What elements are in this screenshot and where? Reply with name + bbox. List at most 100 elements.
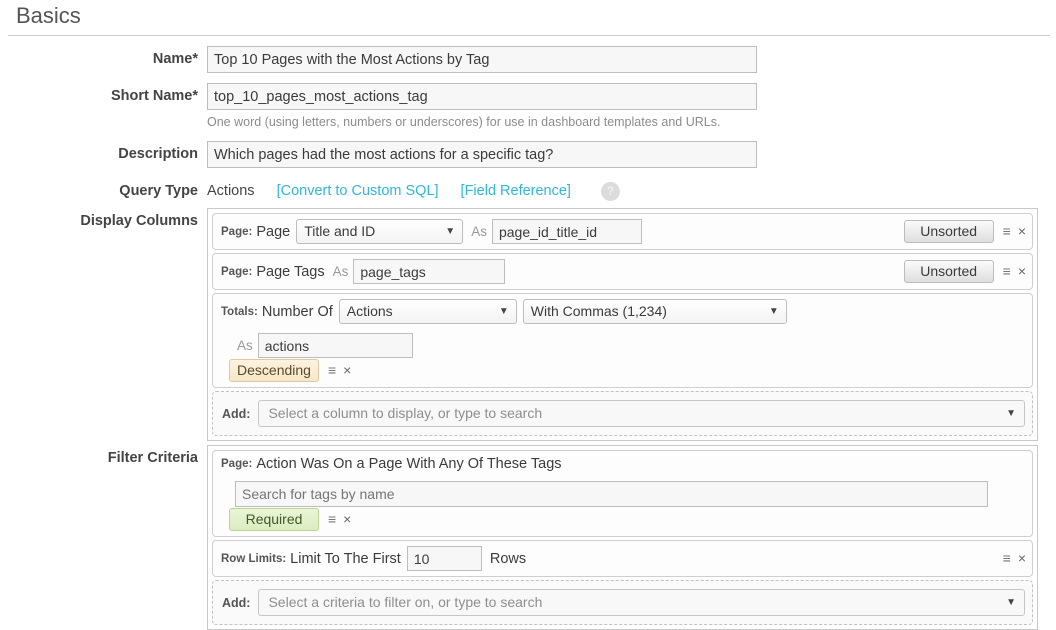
add-filter-criteria-row: Add: Select a criteria to filter on, or … bbox=[212, 580, 1033, 625]
query-type-field-wrap: Actions [Convert to Custom SQL] [Field R… bbox=[207, 178, 1056, 204]
name-input[interactable] bbox=[207, 46, 757, 73]
as-label: As bbox=[471, 224, 487, 239]
tag-search-input[interactable] bbox=[235, 481, 988, 507]
tag-search-line bbox=[221, 481, 1026, 507]
clause-category: Totals: bbox=[221, 305, 258, 318]
display-column-item: Page: Page Title and ID ▼ As Unsorted ≡ … bbox=[212, 213, 1033, 250]
display-column-body: Page: Page Title and ID ▼ As bbox=[221, 219, 896, 244]
name-field-wrap bbox=[207, 46, 1056, 73]
totals-alias-line: As bbox=[221, 333, 1026, 358]
short-name-help-text: One word (using letters, numbers or unde… bbox=[207, 115, 721, 129]
chevron-down-icon: ▼ bbox=[1006, 597, 1016, 608]
totals-metric-select-value: Actions bbox=[346, 303, 393, 319]
query-type-line: Actions [Convert to Custom SQL] [Field R… bbox=[207, 178, 1056, 204]
as-label: As bbox=[332, 264, 349, 279]
chevron-down-icon: ▼ bbox=[498, 306, 509, 317]
query-type-value: Actions bbox=[207, 183, 255, 199]
sort-toggle-button[interactable]: Unsorted bbox=[903, 220, 994, 243]
display-column-item: Page: Page Tags As Unsorted ≡ × bbox=[212, 253, 1033, 290]
remove-icon[interactable]: × bbox=[1018, 220, 1026, 243]
add-column-placeholder: Select a column to display, or type to s… bbox=[268, 405, 543, 421]
totals-metric-select[interactable]: Actions ▼ bbox=[338, 299, 517, 324]
clause-category: Row Limits: bbox=[221, 552, 287, 565]
clause-category: Page: bbox=[221, 265, 253, 278]
clause-text: Number Of bbox=[261, 303, 333, 320]
short-name-field-wrap: One word (using letters, numbers or unde… bbox=[207, 83, 1056, 131]
filter-criteria-body: Row Limits: Limit To The First Rows bbox=[221, 546, 986, 571]
chevron-down-icon: ▼ bbox=[1006, 408, 1016, 419]
sort-toggle-button[interactable]: Descending bbox=[229, 359, 319, 382]
filter-criteria-panel: Page: Action Was On a Page With Any Of T… bbox=[207, 445, 1038, 630]
description-row: Description bbox=[0, 141, 1056, 168]
page-alias-input[interactable] bbox=[491, 219, 642, 244]
display-column-body: Totals: Number Of Actions ▼ With Commas … bbox=[221, 299, 1026, 358]
drag-handle-icon[interactable]: ≡ bbox=[1003, 220, 1011, 243]
query-type-label: Query Type bbox=[119, 183, 198, 199]
add-column-select[interactable]: Select a column to display, or type to s… bbox=[258, 400, 1025, 427]
required-toggle-button[interactable]: Required bbox=[229, 508, 319, 531]
number-format-select-value: With Commas (1,234) bbox=[530, 303, 667, 319]
totals-alias-input[interactable] bbox=[257, 333, 413, 358]
chevron-down-icon: ▼ bbox=[445, 226, 456, 237]
number-format-select[interactable]: With Commas (1,234) ▼ bbox=[522, 299, 787, 324]
filter-criteria-body: Page: Action Was On a Page With Any Of T… bbox=[221, 456, 1026, 507]
display-column-controls: Unsorted ≡ × bbox=[903, 219, 1026, 243]
display-column-item: Totals: Number Of Actions ▼ With Commas … bbox=[212, 293, 1033, 388]
field-reference-link[interactable]: [Field Reference] bbox=[461, 178, 571, 204]
add-criteria-select[interactable]: Select a criteria to filter on, or type … bbox=[258, 589, 1025, 616]
clause-text: Page bbox=[256, 223, 291, 240]
display-columns-label: Display Columns bbox=[80, 213, 198, 229]
drag-handle-icon[interactable]: ≡ bbox=[1003, 547, 1011, 570]
short-name-row: Short Name* One word (using letters, num… bbox=[0, 83, 1056, 131]
chevron-down-icon: ▼ bbox=[768, 306, 779, 317]
description-field-wrap bbox=[207, 141, 1056, 168]
drag-handle-icon[interactable]: ≡ bbox=[328, 508, 336, 531]
description-input[interactable] bbox=[207, 141, 757, 168]
page-tags-alias-input[interactable] bbox=[353, 259, 506, 284]
drag-handle-icon[interactable]: ≡ bbox=[1003, 260, 1011, 283]
filter-criteria-row: Filter Criteria Page: Action Was On a Pa… bbox=[0, 445, 1056, 630]
sort-toggle-button[interactable]: Unsorted bbox=[903, 260, 994, 283]
short-name-label: Short Name* bbox=[110, 88, 198, 104]
clause-text: Page Tags bbox=[256, 263, 325, 280]
add-label: Add: bbox=[222, 595, 251, 610]
row-limit-suffix: Rows bbox=[489, 550, 527, 567]
description-label: Description bbox=[118, 146, 198, 162]
remove-icon[interactable]: × bbox=[1018, 260, 1026, 283]
page-title-id-select-value: Title and ID bbox=[304, 223, 376, 239]
short-name-input[interactable] bbox=[207, 83, 757, 110]
clause-category: Page: bbox=[221, 458, 253, 470]
filter-criteria-field-wrap: Page: Action Was On a Page With Any Of T… bbox=[207, 445, 1056, 630]
filter-criteria-item: Row Limits: Limit To The First Rows ≡ × bbox=[212, 540, 1033, 577]
display-columns-row: Display Columns Page: Page Title and ID … bbox=[0, 208, 1056, 441]
name-label: Name* bbox=[152, 51, 198, 67]
name-row: Name* bbox=[0, 46, 1056, 73]
clause-text: Limit To The First bbox=[290, 550, 401, 567]
filter-criteria-controls: Required ≡ × bbox=[229, 507, 351, 531]
remove-icon[interactable]: × bbox=[343, 359, 351, 382]
add-criteria-placeholder: Select a criteria to filter on, or type … bbox=[268, 594, 543, 610]
clause-category: Page: bbox=[221, 225, 253, 238]
display-column-controls: Descending ≡ × bbox=[229, 358, 351, 382]
query-type-row: Query Type Actions [Convert to Custom SQ… bbox=[0, 178, 1056, 204]
basics-section-header: Basics bbox=[8, 0, 1050, 36]
add-label: Add: bbox=[222, 406, 251, 421]
drag-handle-icon[interactable]: ≡ bbox=[328, 359, 336, 382]
filter-criteria-controls: ≡ × bbox=[994, 546, 1026, 570]
display-columns-field-wrap: Page: Page Title and ID ▼ As Unsorted ≡ … bbox=[207, 208, 1056, 441]
display-columns-panel: Page: Page Title and ID ▼ As Unsorted ≡ … bbox=[207, 208, 1038, 441]
remove-icon[interactable]: × bbox=[1018, 547, 1026, 570]
display-column-body: Page: Page Tags As bbox=[221, 259, 896, 284]
question-mark-icon[interactable]: ? bbox=[600, 181, 620, 201]
page-title-id-select[interactable]: Title and ID ▼ bbox=[296, 219, 464, 244]
row-limit-input[interactable] bbox=[406, 546, 482, 571]
display-column-controls: Unsorted ≡ × bbox=[903, 259, 1026, 283]
clause-text: Action Was On a Page With Any Of These T… bbox=[256, 456, 562, 472]
filter-criteria-item: Page: Action Was On a Page With Any Of T… bbox=[212, 450, 1033, 537]
filter-criteria-label: Filter Criteria bbox=[107, 450, 198, 466]
add-display-column-row: Add: Select a column to display, or type… bbox=[212, 391, 1033, 436]
convert-to-custom-sql-link[interactable]: [Convert to Custom SQL] bbox=[277, 178, 439, 204]
remove-icon[interactable]: × bbox=[343, 508, 351, 531]
page-title: Basics bbox=[16, 3, 81, 28]
as-label: As bbox=[237, 338, 253, 353]
